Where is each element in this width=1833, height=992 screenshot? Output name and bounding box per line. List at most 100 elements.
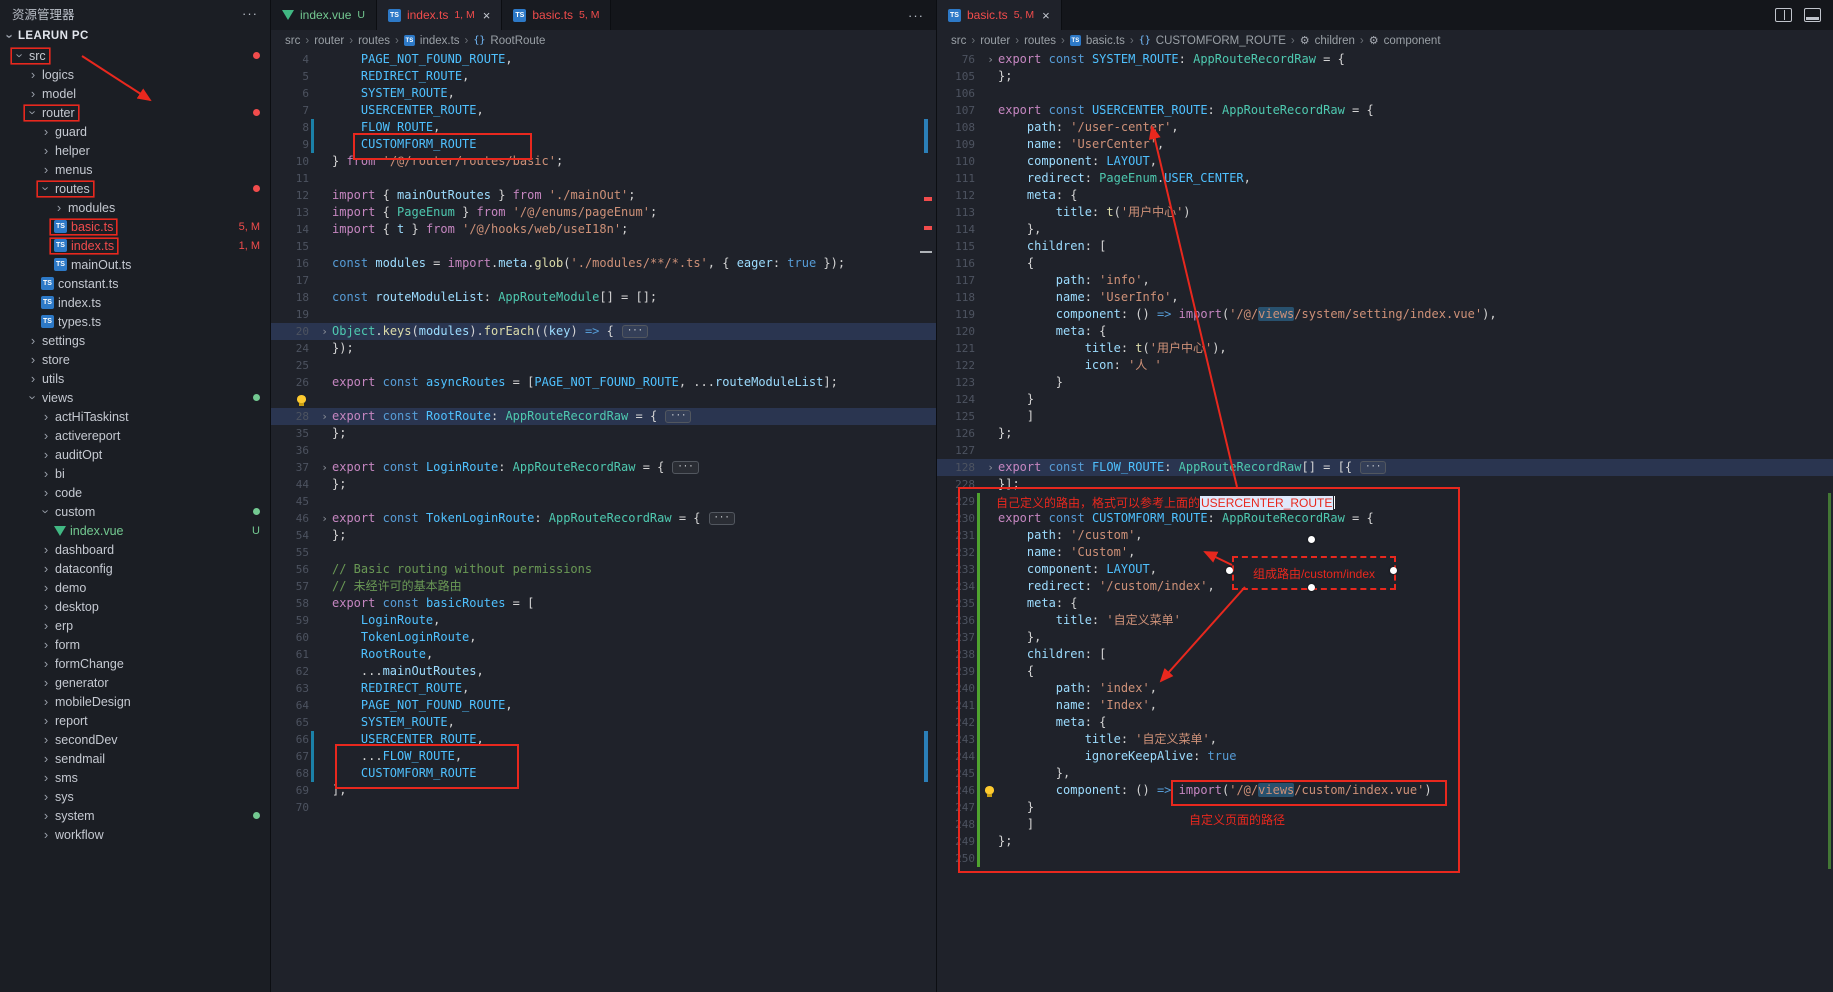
code-line-122[interactable]: 122 icon: '人 ' bbox=[937, 357, 1833, 374]
code-line-119[interactable]: 119 component: () => import('/@/views/sy… bbox=[937, 306, 1833, 323]
code-line-70[interactable]: 70 bbox=[271, 799, 936, 816]
code-line-66[interactable]: 66 USERCENTER_ROUTE, bbox=[271, 731, 936, 748]
code-line-5[interactable]: 5 REDIRECT_ROUTE, bbox=[271, 68, 936, 85]
code-line-19[interactable]: 19 bbox=[271, 306, 936, 323]
breadcrumb-item[interactable]: routes bbox=[1024, 35, 1056, 47]
code-line-233[interactable]: 233 component: LAYOUT, bbox=[937, 561, 1833, 578]
explorer-item-workflow[interactable]: ›workflow bbox=[0, 825, 270, 844]
code-line-117[interactable]: 117 path: 'info', bbox=[937, 272, 1833, 289]
explorer-item-system[interactable]: ›system bbox=[0, 806, 270, 825]
code-line-20[interactable]: 20›Object.keys(modules).forEach((key) =>… bbox=[271, 323, 936, 340]
code-line-68[interactable]: 68 CUSTOMFORM_ROUTE bbox=[271, 765, 936, 782]
code-line-69[interactable]: 69]; bbox=[271, 782, 936, 799]
folded-code-ellipsis[interactable]: ··· bbox=[672, 461, 698, 474]
breadcrumb-item[interactable]: CUSTOMFORM_ROUTE bbox=[1156, 35, 1286, 47]
tab-basic.ts[interactable]: TSbasic.ts5, M bbox=[502, 0, 611, 30]
code-line-236[interactable]: 236 title: '自定义菜单' bbox=[937, 612, 1833, 629]
code-line-246[interactable]: 246 component: () => import('/@/views/cu… bbox=[937, 782, 1833, 799]
code-line-110[interactable]: 110 component: LAYOUT, bbox=[937, 153, 1833, 170]
explorer-item-guard[interactable]: ›guard bbox=[0, 122, 270, 141]
code-line-120[interactable]: 120 meta: { bbox=[937, 323, 1833, 340]
code-line-106[interactable]: 106 bbox=[937, 85, 1833, 102]
explorer-item-sendmail[interactable]: ›sendmail bbox=[0, 749, 270, 768]
fold-chevron-icon[interactable]: › bbox=[317, 510, 332, 527]
code-line-229[interactable]: 229 bbox=[937, 493, 1833, 510]
code-line-61[interactable]: 61 RootRoute, bbox=[271, 646, 936, 663]
code-line-127[interactable]: 127 bbox=[937, 442, 1833, 459]
code-line-8[interactable]: 8 FLOW_ROUTE, bbox=[271, 119, 936, 136]
fold-chevron-icon[interactable]: › bbox=[317, 459, 332, 476]
code-line-232[interactable]: 232 name: 'Custom', bbox=[937, 544, 1833, 561]
code-line-250[interactable]: 250 bbox=[937, 850, 1833, 867]
code-line-118[interactable]: 118 name: 'UserInfo', bbox=[937, 289, 1833, 306]
code-line-58[interactable]: 58export const basicRoutes = [ bbox=[271, 595, 936, 612]
code-line-15[interactable]: 15 bbox=[271, 238, 936, 255]
code-line-62[interactable]: 62 ...mainOutRoutes, bbox=[271, 663, 936, 680]
lightbulb-icon[interactable] bbox=[297, 395, 306, 403]
explorer-item-helper[interactable]: ›helper bbox=[0, 141, 270, 160]
explorer-item-desktop[interactable]: ›desktop bbox=[0, 597, 270, 616]
code-line-24[interactable]: 24}); bbox=[271, 340, 936, 357]
code-line-12[interactable]: 12import { mainOutRoutes } from './mainO… bbox=[271, 187, 936, 204]
code-line-6[interactable]: 6 SYSTEM_ROUTE, bbox=[271, 85, 936, 102]
customize-layout-icon[interactable] bbox=[1804, 8, 1821, 22]
code-line-114[interactable]: 114 }, bbox=[937, 221, 1833, 238]
folded-code-ellipsis[interactable]: ··· bbox=[1360, 461, 1386, 474]
code-line-230[interactable]: 230export const CUSTOMFORM_ROUTE: AppRou… bbox=[937, 510, 1833, 527]
code-line-109[interactable]: 109 name: 'UserCenter', bbox=[937, 136, 1833, 153]
code-line-56[interactable]: 56// Basic routing without permissions bbox=[271, 561, 936, 578]
code-line-55[interactable]: 55 bbox=[271, 544, 936, 561]
explorer-item-index.vue[interactable]: index.vueU bbox=[0, 521, 270, 540]
code-line-36[interactable]: 36 bbox=[271, 442, 936, 459]
tab-basic.ts[interactable]: TSbasic.ts5, M× bbox=[937, 0, 1062, 30]
close-tab-icon[interactable]: × bbox=[483, 8, 491, 23]
fold-chevron-icon[interactable]: › bbox=[317, 408, 332, 425]
code-line-237[interactable]: 237 }, bbox=[937, 629, 1833, 646]
code-line-234[interactable]: 234 redirect: '/custom/index', bbox=[937, 578, 1833, 595]
explorer-item-erp[interactable]: ›erp bbox=[0, 616, 270, 635]
code-line-54[interactable]: 54}; bbox=[271, 527, 936, 544]
code-line-28[interactable]: 28›export const RootRoute: AppRouteRecor… bbox=[271, 408, 936, 425]
code-line-238[interactable]: 238 children: [ bbox=[937, 646, 1833, 663]
explorer-item-index.ts[interactable]: TSindex.ts1, M bbox=[0, 236, 270, 255]
explorer-item-dashboard[interactable]: ›dashboard bbox=[0, 540, 270, 559]
explorer-item-views[interactable]: ›views bbox=[0, 388, 270, 407]
code-line-63[interactable]: 63 REDIRECT_ROUTE, bbox=[271, 680, 936, 697]
code-line-10[interactable]: 10} from '/@/router/routes/basic'; bbox=[271, 153, 936, 170]
breadcrumb-item[interactable]: router bbox=[314, 35, 344, 47]
explorer-more-actions-icon[interactable]: ··· bbox=[242, 6, 258, 21]
explorer-item-bi[interactable]: ›bi bbox=[0, 464, 270, 483]
explorer-item-activereport[interactable]: ›activereport bbox=[0, 426, 270, 445]
explorer-item-mobileDesign[interactable]: ›mobileDesign bbox=[0, 692, 270, 711]
explorer-item-settings[interactable]: ›settings bbox=[0, 331, 270, 350]
code-line-115[interactable]: 115 children: [ bbox=[937, 238, 1833, 255]
explorer-item-generator[interactable]: ›generator bbox=[0, 673, 270, 692]
code-line-241[interactable]: 241 name: 'Index', bbox=[937, 697, 1833, 714]
explorer-item-actHiTaskinst[interactable]: ›actHiTaskinst bbox=[0, 407, 270, 426]
breadcrumb-item[interactable]: basic.ts bbox=[1086, 35, 1125, 47]
code-line-126[interactable]: 126}; bbox=[937, 425, 1833, 442]
lightbulb-icon[interactable] bbox=[985, 786, 994, 794]
code-line-245[interactable]: 245 }, bbox=[937, 765, 1833, 782]
code-line-17[interactable]: 17 bbox=[271, 272, 936, 289]
code-line-240[interactable]: 240 path: 'index', bbox=[937, 680, 1833, 697]
explorer-item-sms[interactable]: ›sms bbox=[0, 768, 270, 787]
explorer-item-utils[interactable]: ›utils bbox=[0, 369, 270, 388]
code-line-128[interactable]: 128›export const FLOW_ROUTE: AppRouteRec… bbox=[937, 459, 1833, 476]
folded-code-ellipsis[interactable]: ··· bbox=[709, 512, 735, 525]
fold-chevron-icon[interactable]: › bbox=[317, 323, 332, 340]
breadcrumb-item[interactable]: src bbox=[285, 35, 300, 47]
code-line-121[interactable]: 121 title: t('用户中心'), bbox=[937, 340, 1833, 357]
explorer-item-src[interactable]: ›src bbox=[0, 46, 270, 65]
explorer-item-sys[interactable]: ›sys bbox=[0, 787, 270, 806]
code-line-4[interactable]: 4 PAGE_NOT_FOUND_ROUTE, bbox=[271, 51, 936, 68]
explorer-item-dataconfig[interactable]: ›dataconfig bbox=[0, 559, 270, 578]
code-line-64[interactable]: 64 PAGE_NOT_FOUND_ROUTE, bbox=[271, 697, 936, 714]
explorer-item-report[interactable]: ›report bbox=[0, 711, 270, 730]
explorer-item-constant.ts[interactable]: TSconstant.ts bbox=[0, 274, 270, 293]
code-line-18[interactable]: 18const routeModuleList: AppRouteModule[… bbox=[271, 289, 936, 306]
folded-code-ellipsis[interactable]: ··· bbox=[665, 410, 691, 423]
code-line-123[interactable]: 123 } bbox=[937, 374, 1833, 391]
explorer-item-store[interactable]: ›store bbox=[0, 350, 270, 369]
code-line-244[interactable]: 244 ignoreKeepAlive: true bbox=[937, 748, 1833, 765]
